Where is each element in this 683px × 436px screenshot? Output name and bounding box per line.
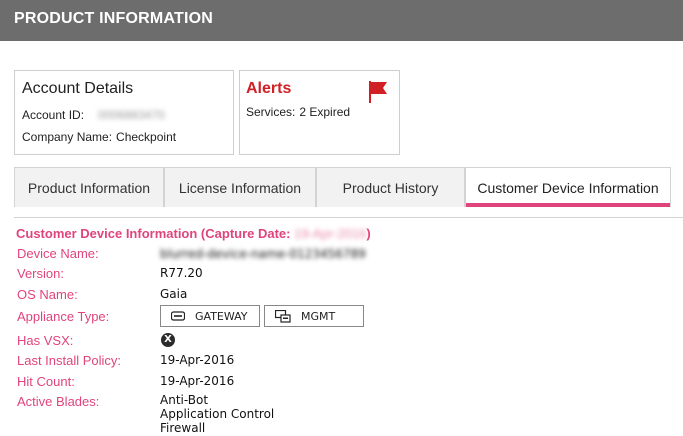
appliance-mgmt-button[interactable]: MGMT xyxy=(264,305,364,327)
version-value: R77.20 xyxy=(160,266,203,280)
active-blades-label: Active Blades: xyxy=(17,394,100,409)
tab-label: Product History xyxy=(342,179,439,196)
account-id-value: 0006883470 xyxy=(98,108,165,122)
tab-customer-device-information[interactable]: Customer Device Information xyxy=(465,167,671,207)
tab-product-history[interactable]: Product History xyxy=(316,167,465,207)
section-title: Customer Device Information (Capture Dat… xyxy=(16,226,371,241)
account-details-card: Account Details Account ID: 0006883470 Co… xyxy=(14,70,234,155)
blade-item: Application Control xyxy=(160,407,275,421)
tab-label: Customer Device Information xyxy=(477,179,659,196)
section-title-close: ) xyxy=(366,226,371,241)
device-name-label: Device Name: xyxy=(17,246,99,261)
last-install-policy-value: 19-Apr-2016 xyxy=(160,353,235,367)
tab-bar: Product Information License Information … xyxy=(14,167,683,207)
has-vsx-label: Has VSX: xyxy=(17,333,74,348)
services-label: Services: xyxy=(246,105,296,119)
tab-label: Product Information xyxy=(27,179,151,196)
vsx-disabled-icon: X xyxy=(161,333,175,347)
active-blades-list: Anti-Bot Application Control Firewall xyxy=(160,393,274,435)
device-name-value: blurred-device-name-0123456789 xyxy=(160,247,366,261)
tab-divider xyxy=(14,217,683,218)
gateway-icon xyxy=(171,311,185,321)
tab-product-information[interactable]: Product Information xyxy=(14,167,164,207)
os-name-value: Gaia xyxy=(160,287,188,301)
services-row: Services: 2 Expired xyxy=(246,105,350,119)
appliance-mgmt-label: MGMT xyxy=(301,309,336,323)
version-label: Version: xyxy=(17,266,64,281)
section-title-text: Customer Device Information (Capture Dat… xyxy=(16,226,291,241)
appliance-gateway-label: GATEWAY xyxy=(195,309,248,323)
hit-count-label: Hit Count: xyxy=(17,374,75,389)
last-install-policy-label: Last Install Policy: xyxy=(17,353,122,368)
services-value: 2 Expired xyxy=(299,105,351,119)
company-name-label: Company Name: xyxy=(22,130,113,144)
alerts-card: Alerts Services: 2 Expired xyxy=(239,70,400,155)
company-name-row: Company Name: Checkpoint xyxy=(22,130,176,144)
header-bar: PRODUCT INFORMATION xyxy=(0,0,683,41)
account-id-label: Account ID: xyxy=(22,108,85,122)
blade-item: Anti-Bot xyxy=(160,393,209,407)
account-id-row: Account ID: 0006883470 xyxy=(22,108,165,122)
hit-count-value: 19-Apr-2016 xyxy=(160,374,235,388)
os-name-label: OS Name: xyxy=(17,287,78,302)
management-icon xyxy=(275,309,291,323)
capture-date: 19-Apr-2016 xyxy=(294,226,367,241)
page-title: PRODUCT INFORMATION xyxy=(14,10,214,27)
blade-item: Firewall xyxy=(160,421,206,435)
alerts-heading: Alerts xyxy=(246,80,292,97)
tab-license-information[interactable]: License Information xyxy=(164,167,316,207)
appliance-gateway-button[interactable]: GATEWAY xyxy=(160,305,260,327)
appliance-type-label: Appliance Type: xyxy=(17,309,110,324)
company-name-value: Checkpoint xyxy=(116,130,177,144)
tab-label: License Information xyxy=(178,179,302,196)
flag-icon[interactable] xyxy=(367,80,389,104)
account-details-heading: Account Details xyxy=(22,80,134,97)
